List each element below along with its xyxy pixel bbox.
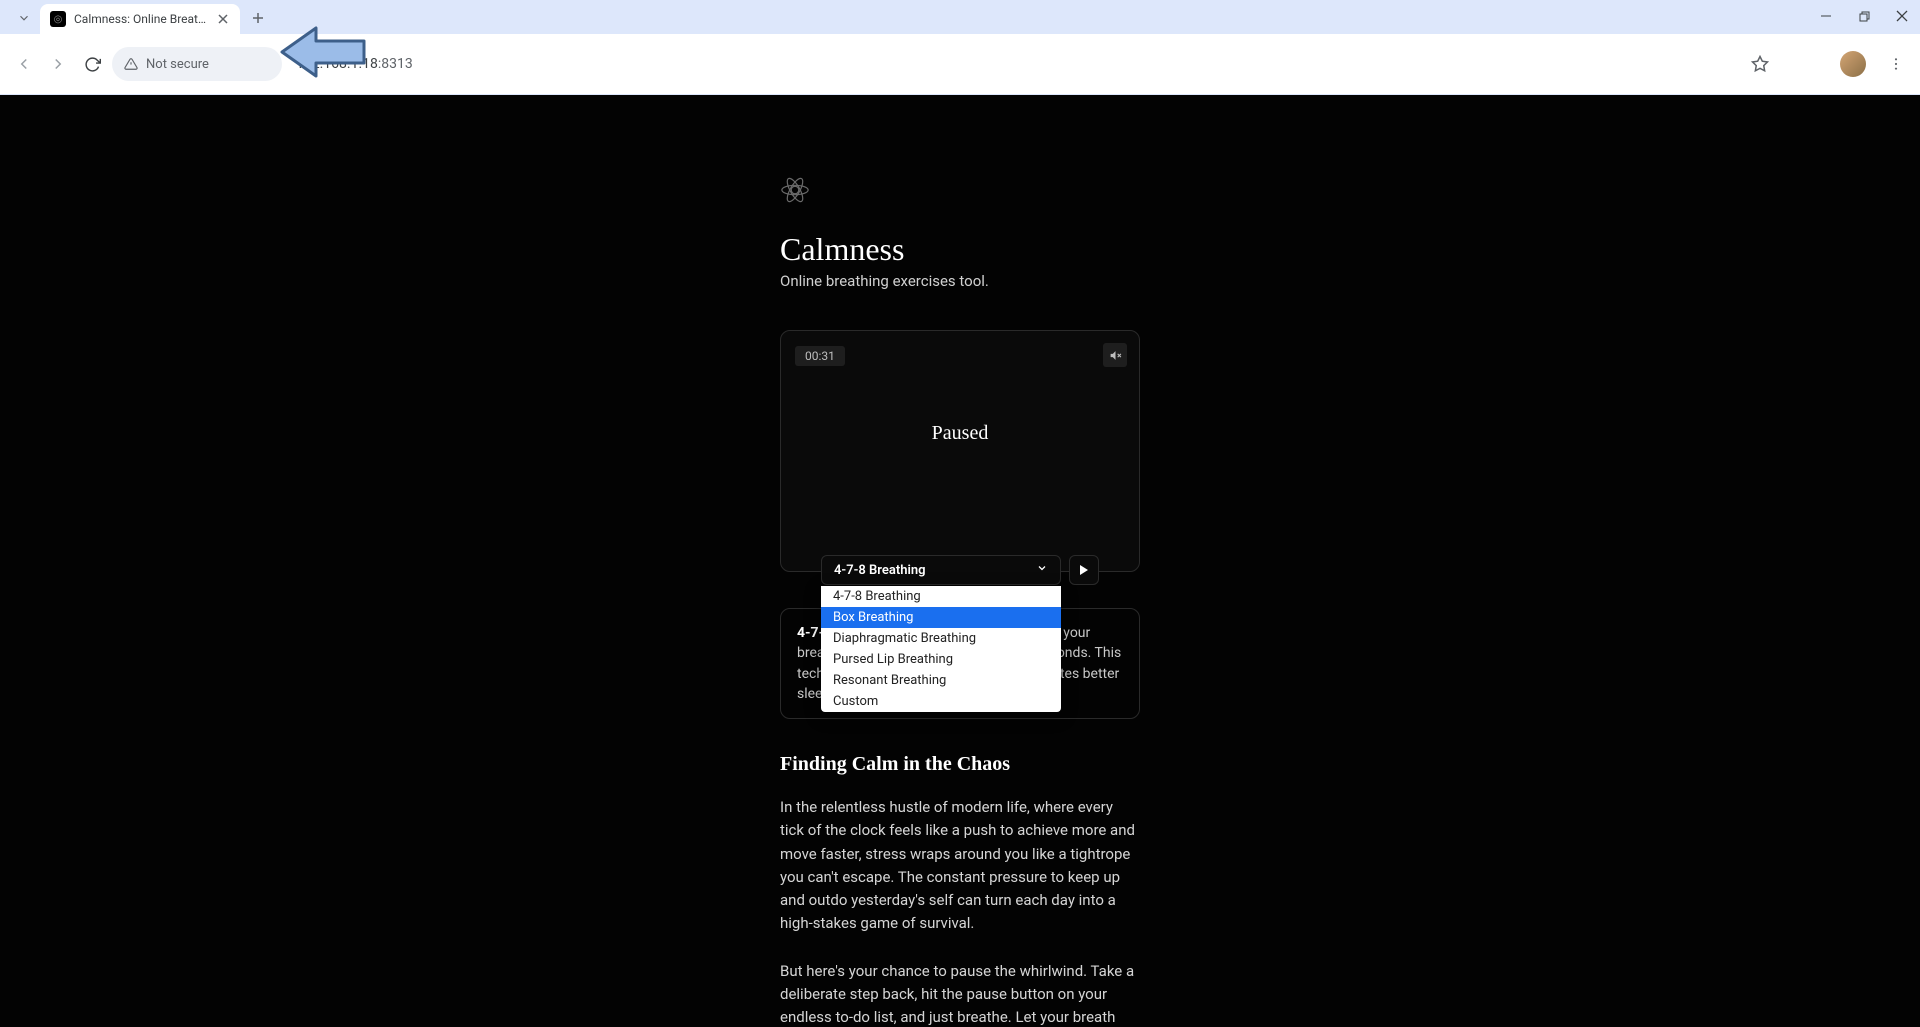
play-icon [1079,565,1089,575]
security-label: Not secure [146,57,209,72]
player-status: Paused [795,422,1125,445]
technique-option[interactable]: Custom [821,691,1061,712]
technique-option[interactable]: Resonant Breathing [821,670,1061,691]
bookmark-button[interactable] [1746,50,1774,78]
technique-option[interactable]: 4-7-8 Breathing [821,586,1061,607]
window-controls [1816,6,1912,26]
article-heading: Finding Calm in the Chaos [780,753,1140,776]
app-subtitle: Online breathing exercises tool. [780,272,1140,290]
page-content: Calmness Online breathing exercises tool… [780,95,1140,1027]
tab-favicon: ◎ [50,11,66,27]
reload-button[interactable] [78,50,106,78]
new-tab-button[interactable] [244,4,272,32]
forward-button[interactable] [44,50,72,78]
select-row: 4-7-8 Breathing 4-7-8 BreathingBox Breat… [821,555,1099,585]
technique-select[interactable]: 4-7-8 Breathing 4-7-8 BreathingBox Breat… [821,555,1061,585]
app-logo-icon [780,175,810,205]
maximize-button[interactable] [1854,6,1874,26]
page-viewport[interactable]: Calmness Online breathing exercises tool… [0,95,1920,1027]
timer-badge: 00:31 [795,346,845,366]
technique-option[interactable]: Diaphragmatic Breathing [821,628,1061,649]
url-port: :8313 [378,56,413,72]
article-p2: But here's your chance to pause the whir… [780,960,1140,1027]
browser-menu-button[interactable] [1882,50,1910,78]
tab-title: Calmness: Online Breathing Exe [74,12,208,26]
technique-selected-label: 4-7-8 Breathing [834,563,926,578]
annotation-arrow-icon [278,19,370,85]
mute-button[interactable] [1103,343,1127,367]
technique-option[interactable]: Pursed Lip Breathing [821,649,1061,670]
technique-dropdown: 4-7-8 BreathingBox BreathingDiaphragmati… [821,586,1061,712]
minimize-button[interactable] [1816,6,1836,26]
browser-tab[interactable]: ◎ Calmness: Online Breathing Exe [40,4,240,34]
tab-search-button[interactable] [12,6,36,30]
back-button[interactable] [10,50,38,78]
play-button[interactable] [1069,555,1099,585]
player-card: 00:31 Paused 4-7-8 Breathing 4-7-8 Breat… [780,330,1140,572]
profile-avatar[interactable] [1840,51,1866,77]
app-title: Calmness [780,231,1140,268]
tab-close-button[interactable] [216,12,230,26]
speaker-muted-icon [1109,349,1122,362]
warning-icon [124,57,138,71]
close-window-button[interactable] [1892,6,1912,26]
security-chip[interactable]: Not secure [112,47,282,81]
address-bar[interactable]: 192.168.1.18:8313 [288,47,1019,81]
technique-option[interactable]: Box Breathing [821,607,1061,628]
article-p1: In the relentless hustle of modern life,… [780,796,1140,936]
chevron-down-icon [1036,562,1048,578]
